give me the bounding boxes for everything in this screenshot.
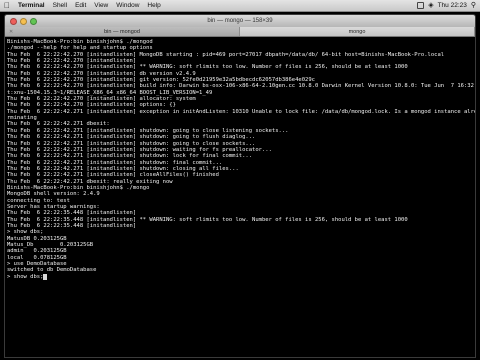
close-tab-icon[interactable]: ✕ <box>9 29 13 35</box>
text-cursor <box>43 273 47 280</box>
menu-edit[interactable]: Edit <box>71 2 90 9</box>
tab-mongo[interactable]: mongo <box>240 27 475 36</box>
desktop:  Terminal Shell Edit View Window Help ◈… <box>0 0 480 360</box>
window-titlebar[interactable]: bin — mongo — 158×39 <box>5 15 475 27</box>
menu-help[interactable]: Help <box>143 2 164 9</box>
menu-window[interactable]: Window <box>112 2 143 9</box>
close-window-button[interactable] <box>10 17 17 25</box>
wifi-icon[interactable]: ◈ <box>428 2 433 9</box>
menu-shell[interactable]: Shell <box>49 2 71 9</box>
menu-bar:  Terminal Shell Edit View Window Help ◈… <box>0 0 480 12</box>
zoom-window-button[interactable] <box>30 17 37 25</box>
spotlight-icon[interactable]: ⚲ <box>471 2 476 9</box>
terminal-window: bin — mongo — 158×39 ✕ bin — mongod mong… <box>4 14 476 358</box>
minimize-window-button[interactable] <box>20 17 27 25</box>
tab-mongod[interactable]: ✕ bin — mongod <box>5 27 240 36</box>
menu-view[interactable]: View <box>90 2 112 9</box>
menu-clock[interactable]: Thu 22:23 <box>438 2 467 9</box>
terminal-line: Thu Feb 6 22:22:42.271 [initandlisten] e… <box>7 108 475 115</box>
window-controls <box>5 17 37 25</box>
battery-icon[interactable] <box>417 2 425 9</box>
terminal-line: Thu Feb 6 22:22:42.270 [initandlisten] b… <box>7 83 475 90</box>
terminal-line-text: > show dbs; <box>7 273 44 280</box>
menu-terminal[interactable]: Terminal <box>14 2 49 9</box>
tab-bar: ✕ bin — mongod mongo <box>5 27 475 37</box>
apple-logo-icon[interactable]:  <box>0 1 14 10</box>
terminal-line: > show dbs; <box>7 273 473 280</box>
tab-label: bin — mongod <box>104 28 140 35</box>
tab-label: mongo <box>348 28 366 35</box>
terminal-line: Thu Feb 6 22:22:42.270 [initandlisten] *… <box>7 64 408 71</box>
window-title: bin — mongo — 158×39 <box>207 18 273 24</box>
status-area: ◈ Thu 22:23 ⚲ <box>417 2 480 9</box>
terminal-output[interactable]: Binishs-MacBook-Pro:bin binishjohn$ ./mo… <box>5 37 475 346</box>
